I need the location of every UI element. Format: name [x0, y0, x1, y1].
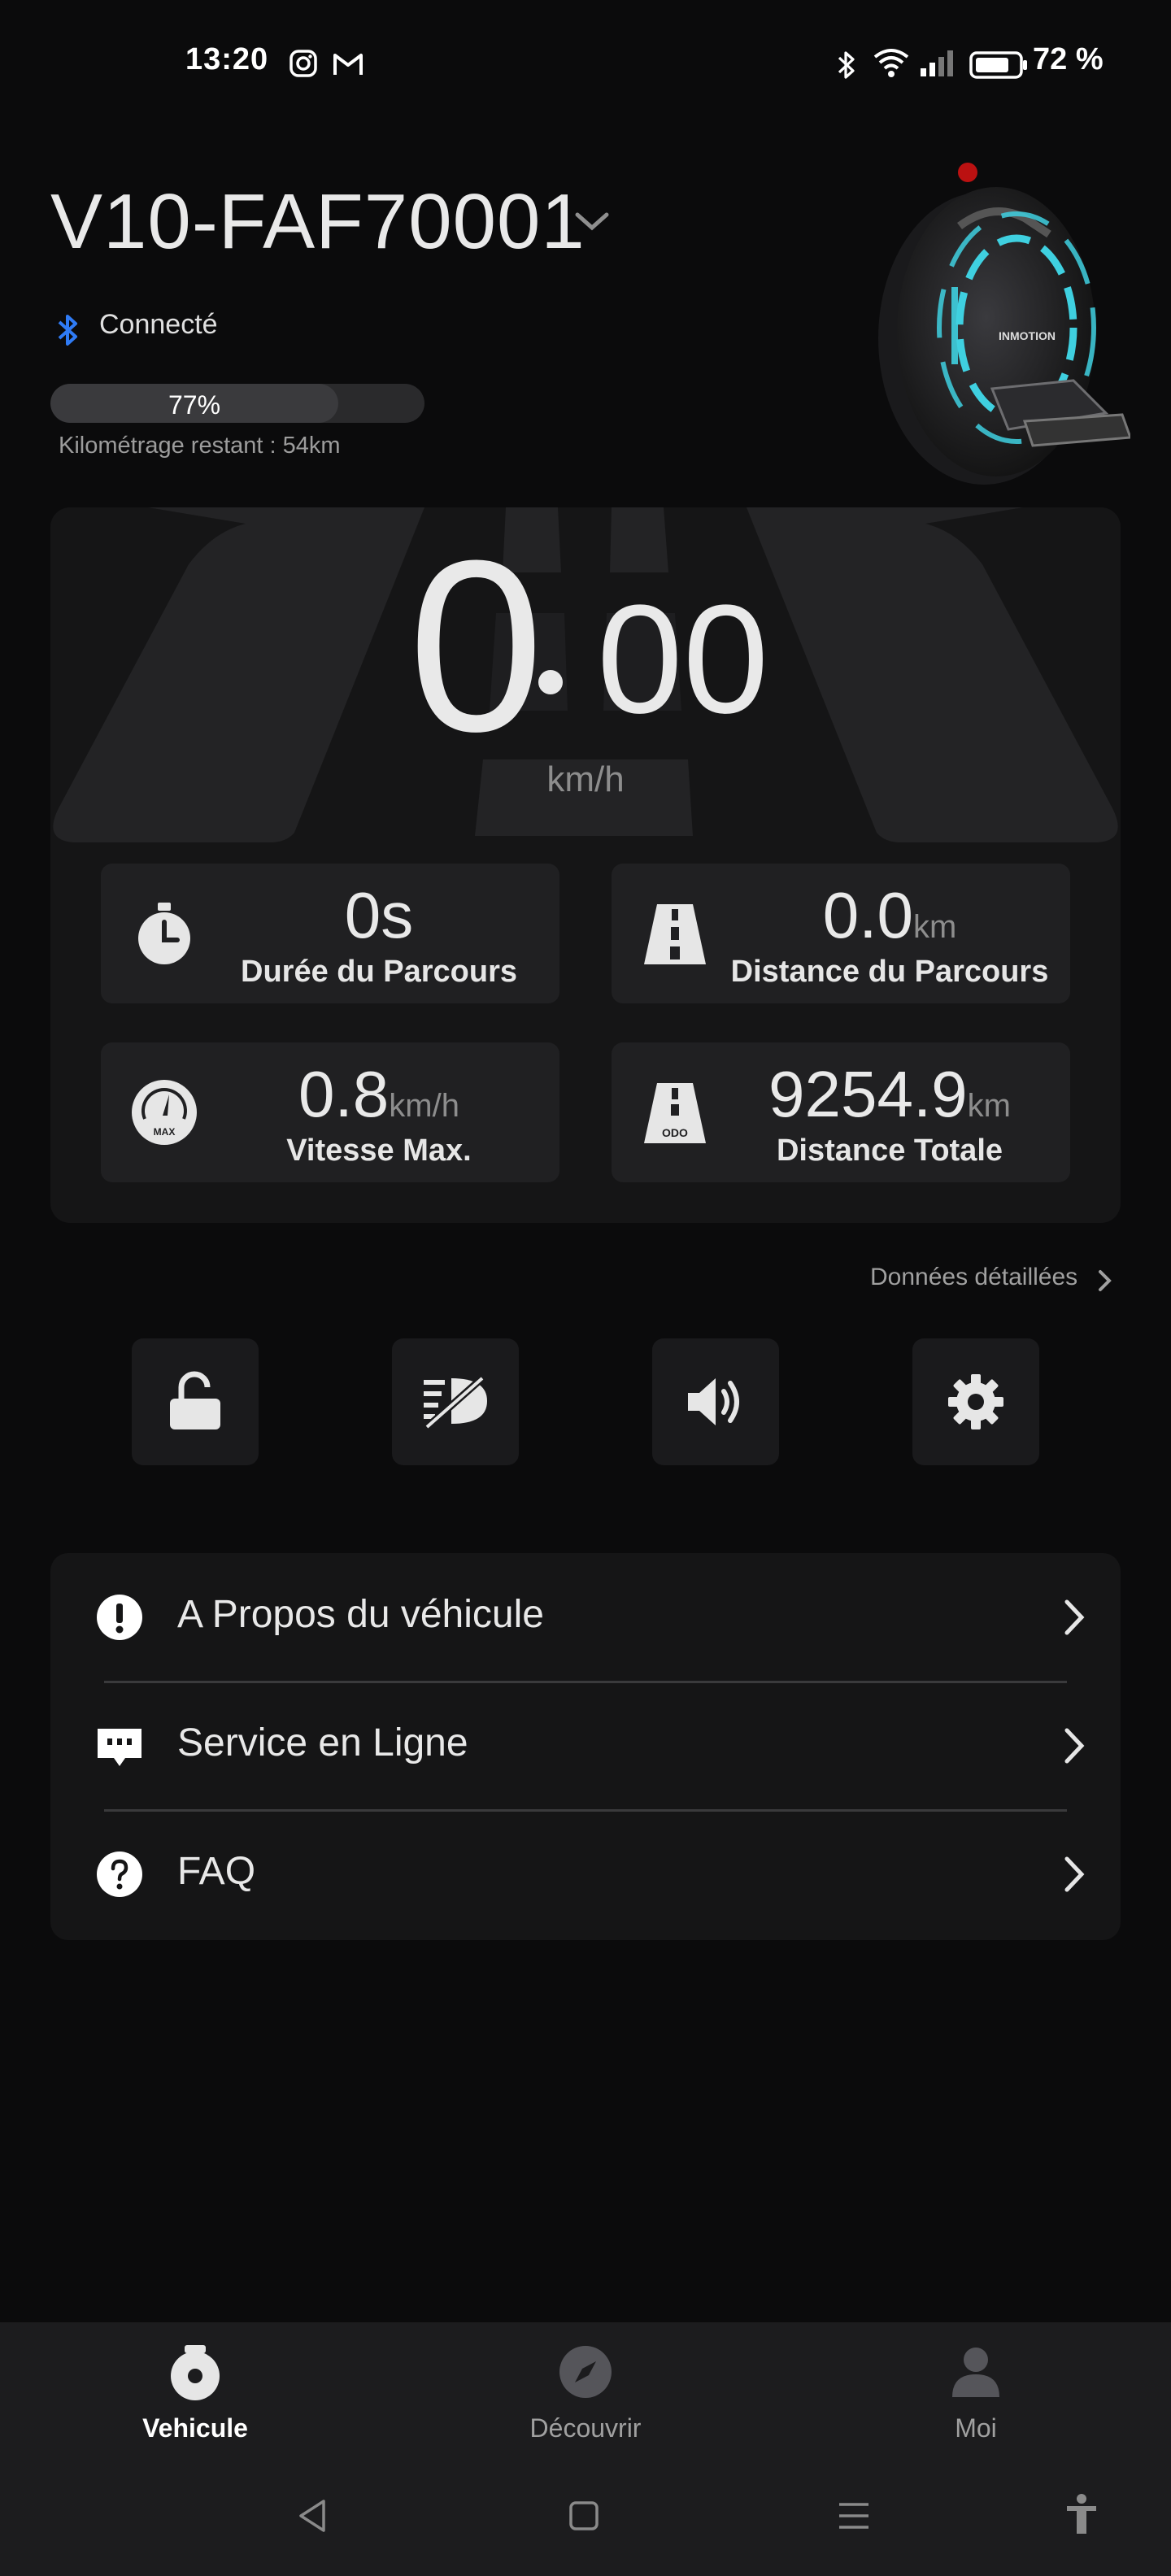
- stat-max-speed: MAX 0.8km/h Vitesse Max.: [101, 1042, 559, 1182]
- system-recents-icon[interactable]: [836, 2498, 872, 2538]
- unlock-icon: [170, 1371, 220, 1429]
- vehicle-wheel-icon: [171, 2345, 220, 2400]
- speed-decimal-point: [538, 670, 563, 694]
- bluetooth-connected-icon: [55, 312, 81, 352]
- instagram-icon: [289, 49, 318, 82]
- chat-bubble-icon: [98, 1729, 141, 1766]
- battery-level-label: 77%: [168, 390, 221, 420]
- system-home-icon[interactable]: [568, 2498, 600, 2538]
- unlock-button[interactable]: [132, 1338, 259, 1465]
- stat-label: Vitesse Max.: [286, 1134, 472, 1168]
- status-time: 13:20: [185, 42, 269, 76]
- stat-value: 9254.9km: [768, 1058, 1011, 1130]
- road-icon: [644, 904, 706, 964]
- chevron-right-icon: [1064, 1728, 1085, 1764]
- nav-tab-decouvrir[interactable]: Découvrir: [472, 2343, 699, 2443]
- remaining-range: Kilométrage restant : 54km: [59, 433, 341, 459]
- sound-button[interactable]: [652, 1338, 779, 1465]
- menu-item-online-service[interactable]: Service en Ligne: [50, 1682, 1121, 1810]
- odo-icon-text: ODO: [662, 1126, 688, 1139]
- chevron-down-icon[interactable]: [572, 210, 612, 238]
- speed-panel: 0 00 km/h 0s Durée du Parcours 0.0km Dis…: [50, 507, 1121, 1223]
- help-question-icon: [97, 1852, 142, 1897]
- menu-item-faq[interactable]: FAQ: [50, 1810, 1121, 1939]
- stat-trip-duration: 0s Durée du Parcours: [101, 864, 559, 1003]
- stopwatch-icon: [138, 903, 190, 964]
- stat-trip-distance: 0.0km Distance du Parcours: [612, 864, 1070, 1003]
- chevron-right-icon[interactable]: [1096, 1268, 1114, 1297]
- bluetooth-icon: [834, 49, 859, 85]
- connection-status: Connecté: [99, 309, 218, 340]
- menu-item-label: FAQ: [177, 1850, 256, 1893]
- vehicle-menu: A Propos du véhicule Service en Ligne FA…: [50, 1553, 1121, 1940]
- compass-icon: [559, 2346, 612, 2398]
- chevron-right-icon: [1064, 1599, 1085, 1635]
- person-icon: [952, 2348, 999, 2397]
- menu-item-about-vehicle[interactable]: A Propos du véhicule: [50, 1553, 1121, 1682]
- bottom-navigation: Vehicule Découvrir Moi: [0, 2322, 1171, 2576]
- info-alert-icon: [97, 1595, 142, 1640]
- vehicle-image: INMOTION: [862, 153, 1133, 511]
- menu-item-label: Service en Ligne: [177, 1721, 468, 1764]
- menu-item-label: A Propos du véhicule: [177, 1593, 544, 1636]
- stat-label: Durée du Parcours: [241, 955, 517, 989]
- stat-value: 0.0km: [822, 879, 957, 951]
- settings-button[interactable]: [912, 1338, 1039, 1465]
- stat-value: 0.8km/h: [298, 1058, 459, 1130]
- max-icon-text: MAX: [154, 1126, 176, 1138]
- detailed-data-link[interactable]: Données détaillées: [870, 1264, 1077, 1291]
- stat-label: Distance Totale: [776, 1134, 1003, 1168]
- nav-tab-vehicule[interactable]: Vehicule: [81, 2343, 309, 2443]
- wifi-icon: [872, 46, 911, 84]
- stat-label: Distance du Parcours: [730, 955, 1049, 989]
- settings-gear-icon: [948, 1374, 1003, 1429]
- vehicle-name[interactable]: V10-FAF70001: [50, 177, 586, 267]
- odometer-road-icon: ODO: [644, 1083, 706, 1143]
- svg-text:INMOTION: INMOTION: [999, 329, 1056, 342]
- nav-label: Moi: [955, 2413, 997, 2443]
- signal-icon: [919, 49, 955, 82]
- status-battery-percent: 72 %: [1033, 42, 1104, 76]
- nav-label: Vehicule: [142, 2413, 248, 2443]
- speed-decimal: 00: [597, 573, 769, 746]
- speed-integer: 0: [408, 509, 544, 782]
- speedometer-max-icon: MAX: [132, 1080, 197, 1145]
- headlight-button[interactable]: [392, 1338, 519, 1465]
- battery-icon: [969, 50, 1028, 84]
- volume-icon: [688, 1378, 739, 1425]
- stat-total-distance: ODO 9254.9km Distance Totale: [612, 1042, 1070, 1182]
- battery-level-bar: 77%: [50, 384, 424, 423]
- nav-tab-moi[interactable]: Moi: [862, 2343, 1090, 2443]
- speed-unit: km/h: [546, 759, 625, 799]
- headlight-off-icon: [423, 1373, 487, 1430]
- accessibility-icon[interactable]: [1065, 2493, 1098, 2541]
- system-back-icon[interactable]: [296, 2498, 329, 2538]
- gmail-icon: [332, 49, 364, 82]
- nav-label: Découvrir: [529, 2413, 642, 2443]
- chevron-right-icon: [1064, 1856, 1085, 1892]
- stat-value: 0s: [344, 879, 414, 951]
